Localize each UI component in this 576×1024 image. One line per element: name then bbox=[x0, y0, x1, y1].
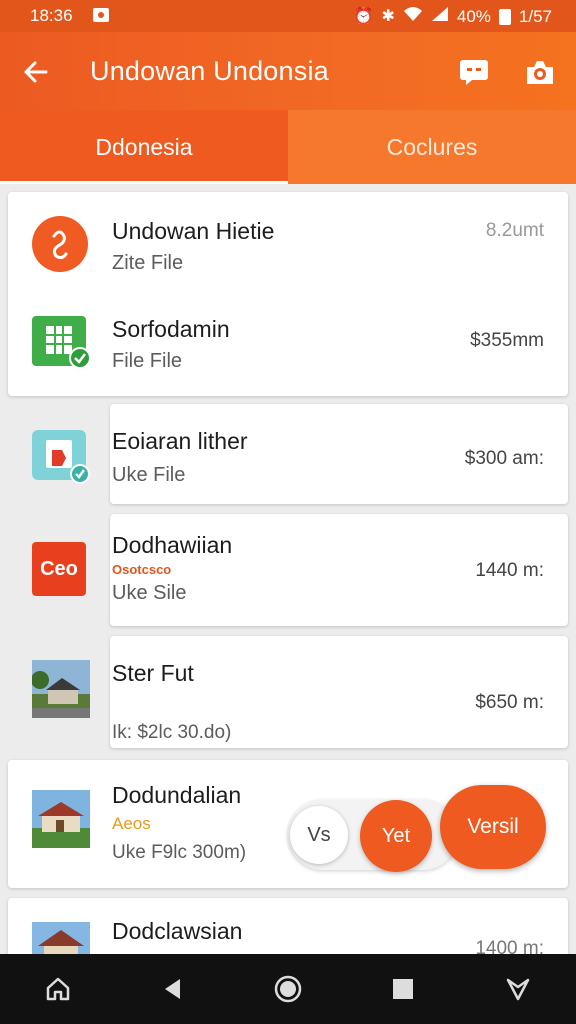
item-meta: 8.2umt bbox=[485, 220, 544, 241]
camera-button[interactable] bbox=[520, 52, 560, 92]
alarm-icon: ⏰ bbox=[353, 7, 374, 25]
list-item[interactable]: Ster Fut Ik: $2lc 30.do) $650 m: bbox=[8, 650, 568, 750]
camera-icon bbox=[527, 61, 553, 84]
item-title: Dodhawiian bbox=[112, 532, 233, 558]
item-title: Eoiaran lither bbox=[112, 428, 248, 454]
item-title: Undowan Hietie bbox=[112, 218, 275, 244]
circle-home-icon bbox=[274, 975, 302, 1003]
notification-icon bbox=[93, 8, 109, 22]
item-meta: 1400 m: bbox=[475, 938, 544, 954]
signal-icon bbox=[431, 6, 449, 27]
item-title: Sorfodamin bbox=[112, 316, 230, 342]
tab-bar: Ddonesia Coclures bbox=[0, 110, 576, 184]
temple-photo-icon bbox=[32, 922, 90, 954]
bluetooth-icon: ✱ bbox=[381, 7, 395, 25]
status-clock-right: 1/57 bbox=[518, 6, 552, 26]
list-item[interactable]: Sorfodamin File File $355mm bbox=[8, 296, 568, 396]
building-photo-icon bbox=[32, 790, 90, 848]
item-sublabel: Aeos bbox=[112, 814, 151, 833]
versil-button[interactable]: Versil bbox=[440, 785, 546, 869]
list-item[interactable]: Dodclawsian 1400 m: bbox=[8, 900, 568, 954]
item-subtitle: Uke Sile bbox=[112, 582, 187, 604]
item-subtitle: Uke File bbox=[112, 464, 186, 486]
back-nav-button[interactable] bbox=[145, 961, 201, 1017]
item-subtitle: File File bbox=[112, 350, 183, 372]
item-subtitle: Zite File bbox=[112, 252, 184, 274]
battery-percent: 40% bbox=[456, 6, 491, 26]
arrow-left-icon bbox=[24, 61, 48, 83]
item-title: Ster Fut bbox=[112, 660, 194, 686]
item-title: Dodclawsian bbox=[112, 918, 243, 944]
yet-button[interactable]: Yet bbox=[360, 800, 432, 872]
square-recents-icon bbox=[393, 979, 414, 999]
vs-button[interactable]: Vs bbox=[290, 806, 348, 864]
chevron-down-icon bbox=[507, 978, 530, 1001]
list-item[interactable]: Eoiaran lither Uke File $300 am: bbox=[8, 406, 568, 506]
battery-icon bbox=[498, 8, 511, 25]
menu-nav-button[interactable] bbox=[490, 961, 546, 1017]
recents-button[interactable] bbox=[375, 961, 431, 1017]
item-subtitle: Ik: $2lc 30.do) bbox=[112, 722, 232, 743]
triangle-back-icon bbox=[164, 979, 180, 999]
item-sublabel: Osotcsco bbox=[112, 562, 172, 577]
status-icons: ⏰ ✱ 40% 1/57 bbox=[354, 6, 552, 27]
tab-coclures[interactable]: Coclures bbox=[288, 110, 576, 184]
message-button[interactable] bbox=[454, 52, 494, 92]
page-title: Undowan Undonsia bbox=[90, 56, 329, 86]
status-time: 18:36 bbox=[30, 6, 73, 25]
assistant-button[interactable] bbox=[260, 961, 316, 1017]
home-button[interactable] bbox=[30, 961, 86, 1017]
list-item[interactable]: Undowan Hietie Zite File 8.2umt bbox=[8, 198, 568, 298]
home-icon bbox=[46, 977, 69, 1001]
item-meta: 1440 m: bbox=[475, 560, 544, 581]
ceo-app-icon: Ceo bbox=[32, 542, 86, 596]
app-bar: Undowan Undonsia bbox=[0, 32, 576, 110]
tab-ddonesia[interactable]: Ddonesia bbox=[0, 110, 288, 184]
house-photo-icon bbox=[31, 660, 90, 718]
item-subtitle: Uke F9lc 300m) bbox=[112, 842, 247, 863]
list-item[interactable]: Ceo Dodhawiian Osotcsco Uke Sile 1440 m: bbox=[8, 524, 568, 624]
system-nav-bar bbox=[0, 954, 576, 1024]
item-title: Dodundalian bbox=[112, 782, 242, 808]
back-button[interactable] bbox=[16, 52, 56, 92]
circle-logo-icon bbox=[32, 216, 88, 272]
document-check-icon bbox=[32, 428, 90, 484]
spreadsheet-icon bbox=[32, 314, 91, 370]
status-bar: 18:36 ⏰ ✱ 40% 1/57 bbox=[0, 0, 576, 32]
item-meta: $650 m: bbox=[475, 692, 544, 713]
chat-icon bbox=[460, 60, 488, 85]
item-meta: $355mm bbox=[470, 330, 544, 351]
item-meta: $300 am: bbox=[464, 448, 544, 469]
wifi-icon bbox=[403, 6, 423, 27]
